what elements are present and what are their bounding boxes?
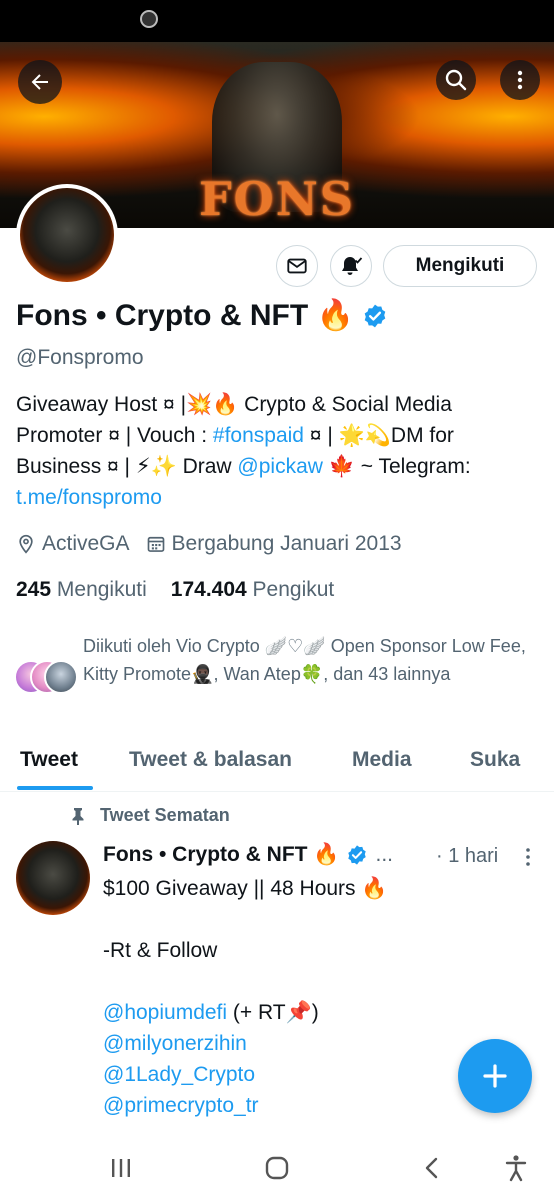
followers-label: Pengikut xyxy=(252,578,335,601)
tweet-author-name[interactable]: Fons • Crypto & NFT 🔥 xyxy=(103,843,340,867)
tweet-header: Fons • Crypto & NFT 🔥 ... xyxy=(103,843,393,867)
status-notification-icon xyxy=(140,10,158,28)
profile-avatar[interactable] xyxy=(16,184,118,286)
bio-text: 🍁 ~ Telegram: xyxy=(322,455,471,478)
followed-by-text: Diikuti oleh Vio Crypto 🪽♡🪽 Open Sponsor… xyxy=(83,636,526,684)
system-nav-bar xyxy=(0,1136,554,1200)
accessibility-button[interactable] xyxy=(502,1154,530,1182)
pinned-label-row: Tweet Sematan xyxy=(70,805,230,826)
pin-icon xyxy=(72,807,84,825)
search-button[interactable] xyxy=(436,60,476,100)
active-tab-indicator xyxy=(17,786,93,790)
calendar-icon xyxy=(147,536,164,552)
following-link[interactable]: 245 Mengikuti xyxy=(16,578,147,602)
tweet-line: (+ RT📌) xyxy=(227,1001,319,1024)
avatar xyxy=(44,660,78,694)
mail-icon xyxy=(287,258,307,274)
notifications-button[interactable] xyxy=(330,245,372,287)
tab-likes[interactable]: Suka xyxy=(470,748,520,772)
profile-bio: Giveaway Host ¤ |💥🔥 Crypto & Social Medi… xyxy=(16,389,544,513)
back-arrow-icon xyxy=(31,74,48,90)
back-icon xyxy=(425,1157,438,1179)
profile-tabs: Tweet Tweet & balasan Media Suka xyxy=(0,736,554,792)
following-button[interactable]: Mengikuti xyxy=(383,245,537,287)
tweet-timestamp[interactable]: · 1 hari xyxy=(436,845,498,868)
search-icon xyxy=(445,69,467,91)
mutual-avatars xyxy=(14,660,78,694)
recents-icon xyxy=(112,1159,130,1177)
joined-text: Bergabung Januari 2013 xyxy=(171,532,402,555)
avatar-image xyxy=(20,188,114,282)
follow-stats: 245 Mengikuti 174.404 Pengikut xyxy=(16,578,334,602)
profile-name-row: Fons • Crypto & NFT 🔥 xyxy=(16,298,388,333)
tweet-author-avatar[interactable] xyxy=(16,841,90,915)
home-button[interactable] xyxy=(263,1154,291,1182)
followers-link[interactable]: 174.404 Pengikut xyxy=(171,578,335,602)
tweet-mention-link[interactable]: @hopiumdefi xyxy=(103,1001,227,1024)
verified-badge-icon[interactable] xyxy=(362,303,388,329)
recents-button[interactable] xyxy=(107,1154,135,1182)
pinned-label: Tweet Sematan xyxy=(100,805,230,825)
compose-tweet-button[interactable] xyxy=(458,1039,532,1113)
bio-url-link[interactable]: t.me/fonspromo xyxy=(16,486,162,509)
back-button[interactable] xyxy=(18,60,62,104)
tab-media[interactable]: Media xyxy=(352,748,412,772)
tweet-line: $100 Giveaway || 48 Hours 🔥 xyxy=(103,877,388,900)
bio-hashtag-link[interactable]: #fonspaid xyxy=(213,424,304,447)
verified-badge-icon xyxy=(347,845,366,865)
profile-meta: ActiveGA Bergabung Januari 2013 xyxy=(16,532,418,556)
bell-icon xyxy=(342,257,363,275)
tab-tweets[interactable]: Tweet xyxy=(20,748,78,772)
tweet-handle-truncated: ... xyxy=(375,843,394,866)
followers-count: 174.404 xyxy=(170,578,247,601)
location-icon xyxy=(19,534,33,554)
more-options-button[interactable] xyxy=(500,60,540,100)
location-item: ActiveGA xyxy=(16,532,130,556)
bio-mention-link[interactable]: @pickaw xyxy=(237,455,323,478)
following-label: Mengikuti xyxy=(56,578,147,601)
display-name: Fons • Crypto & NFT 🔥 xyxy=(16,299,354,332)
tweet-more-icon[interactable] xyxy=(520,847,536,867)
profile-handle: @Fonspromo xyxy=(16,346,144,369)
accessibility-icon xyxy=(505,1155,527,1182)
message-button[interactable] xyxy=(276,245,318,287)
home-icon xyxy=(265,1156,289,1180)
following-count: 245 xyxy=(16,578,52,601)
joined-item: Bergabung Januari 2013 xyxy=(146,532,402,556)
plus-icon xyxy=(483,1064,507,1088)
tweet-line: -Rt & Follow xyxy=(103,939,218,962)
more-vertical-icon xyxy=(517,70,523,90)
status-bar xyxy=(0,0,554,42)
back-nav-button[interactable] xyxy=(418,1154,446,1182)
tab-tweets-replies[interactable]: Tweet & balasan xyxy=(129,748,292,772)
location-text: ActiveGA xyxy=(42,532,130,555)
